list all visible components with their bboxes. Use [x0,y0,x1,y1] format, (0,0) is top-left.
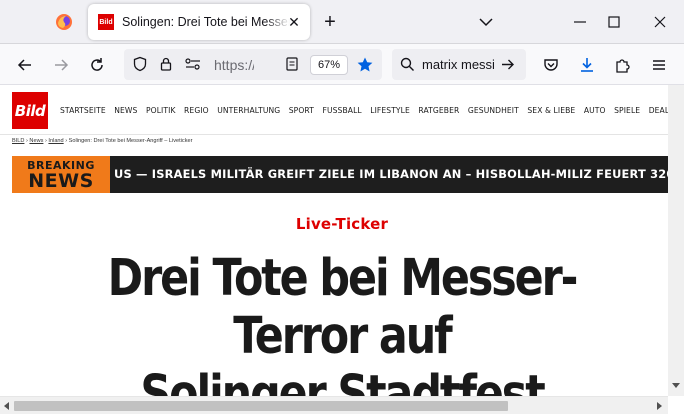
horizontal-scroll-thumb[interactable] [14,401,508,411]
pocket-button[interactable] [538,52,564,78]
scroll-right-arrow-icon[interactable] [656,402,662,410]
maximize-icon[interactable] [602,10,626,34]
headline-line-2: Solinger Stadtfest [140,365,545,397]
breadcrumb-inland[interactable]: Inland [48,138,63,144]
search-icon [400,57,414,71]
main-navigation: STARTSEITE NEWS POLITIK REGIO UNTERHALTU… [60,106,668,115]
extensions-button[interactable] [610,52,636,78]
breadcrumb: BILD › News › Inland › Solingen: Drei To… [12,138,193,144]
downloads-button[interactable] [574,52,600,78]
nav-item-gesundheit[interactable]: GESUNDHEIT [468,106,519,115]
address-bar[interactable]: https://www 67% [124,49,382,80]
nav-item-regio[interactable]: REGIO [184,106,209,115]
firefox-icon [56,14,72,30]
close-window-icon[interactable] [648,10,672,34]
breaking-news-ticker[interactable]: US — ISRAELS MILITÄR GREIFT ZIELE IM LIB… [114,167,668,181]
search-bar[interactable]: matrix messi [392,49,526,80]
reload-icon [91,58,103,71]
url-text: https://www [214,57,254,73]
breaking-label-bottom: NEWS [28,170,94,192]
headline-line-1: Drei Tote bei Messer-Terror auf [107,249,579,366]
arrow-right-icon [55,59,69,71]
nav-item-sex-liebe[interactable]: SEX & LIEBE [527,106,575,115]
pocket-icon [544,59,558,71]
reload-button[interactable] [84,52,110,78]
arrow-left-icon [17,59,31,71]
bookmark-star-icon[interactable] [356,56,374,74]
zoom-indicator[interactable]: 67% [310,55,348,75]
breadcrumb-bild[interactable]: BILD [12,138,24,144]
bild-logo[interactable]: Bild [12,92,48,129]
nav-item-news[interactable]: NEWS [114,106,137,115]
nav-item-auto[interactable]: AUTO [584,106,606,115]
permissions-icon[interactable] [184,56,202,72]
nav-item-fussball[interactable]: FUSSBALL [323,106,362,115]
forward-button[interactable] [48,52,74,78]
vertical-scrollbar[interactable] [668,85,684,396]
scroll-down-arrow-icon[interactable] [672,383,680,389]
nav-item-sport[interactable]: SPORT [289,106,314,115]
minimize-icon[interactable] [568,10,592,34]
breaking-news-label: BREAKING NEWS [12,156,110,193]
puzzle-icon [616,59,630,73]
download-icon [581,58,593,72]
reader-view-icon[interactable] [284,56,300,72]
tab-title: Solingen: Drei Tote bei Messer-Angriff [122,15,290,29]
hamburger-menu-icon [653,60,665,70]
nav-item-lifestyle[interactable]: LIFESTYLE [370,106,410,115]
chevron-down-icon[interactable] [476,12,496,32]
breadcrumb-current: Solingen: Drei Tote bei Messer-Angriff –… [68,138,193,144]
lock-icon[interactable] [158,56,174,72]
back-button[interactable] [12,52,38,78]
nav-item-unterhaltung[interactable]: UNTERHALTUNG [217,106,280,115]
web-page: Bild STARTSEITE NEWS POLITIK REGIO UNTER… [0,85,668,396]
navigation-toolbar: https://www 67% matrix messi [0,44,684,85]
tab-strip: Bild Solingen: Drei Tote bei Messer-Angr… [0,0,684,44]
horizontal-scrollbar[interactable] [0,396,668,414]
nav-item-deals[interactable]: DEALS [649,106,668,115]
site-header: Bild STARTSEITE NEWS POLITIK REGIO UNTER… [0,85,668,135]
article-headline: Drei Tote bei Messer-Terror auf Solinger… [55,249,630,397]
article-kicker: Live-Ticker [295,215,389,233]
tab-active[interactable]: Bild Solingen: Drei Tote bei Messer-Angr… [88,4,310,40]
menu-button[interactable] [646,52,672,78]
breadcrumb-news[interactable]: News [29,138,43,144]
shield-icon[interactable] [132,56,148,72]
search-go-arrow-icon[interactable] [500,57,515,72]
close-tab-icon[interactable]: ✕ [286,14,302,30]
nav-item-startseite[interactable]: STARTSEITE [60,106,106,115]
nav-item-ratgeber[interactable]: RATGEBER [418,106,459,115]
bild-favicon-icon: Bild [98,14,114,30]
search-input[interactable]: matrix messi [422,57,494,72]
tab-firefox[interactable] [44,6,84,38]
new-tab-button[interactable]: + [320,12,340,32]
nav-item-politik[interactable]: POLITIK [146,106,176,115]
breaking-news-bar[interactable]: BREAKING NEWS US — ISRAELS MILITÄR GREIF… [12,156,668,193]
nav-item-spiele[interactable]: SPIELE [614,106,640,115]
scroll-left-arrow-icon[interactable] [4,402,10,410]
